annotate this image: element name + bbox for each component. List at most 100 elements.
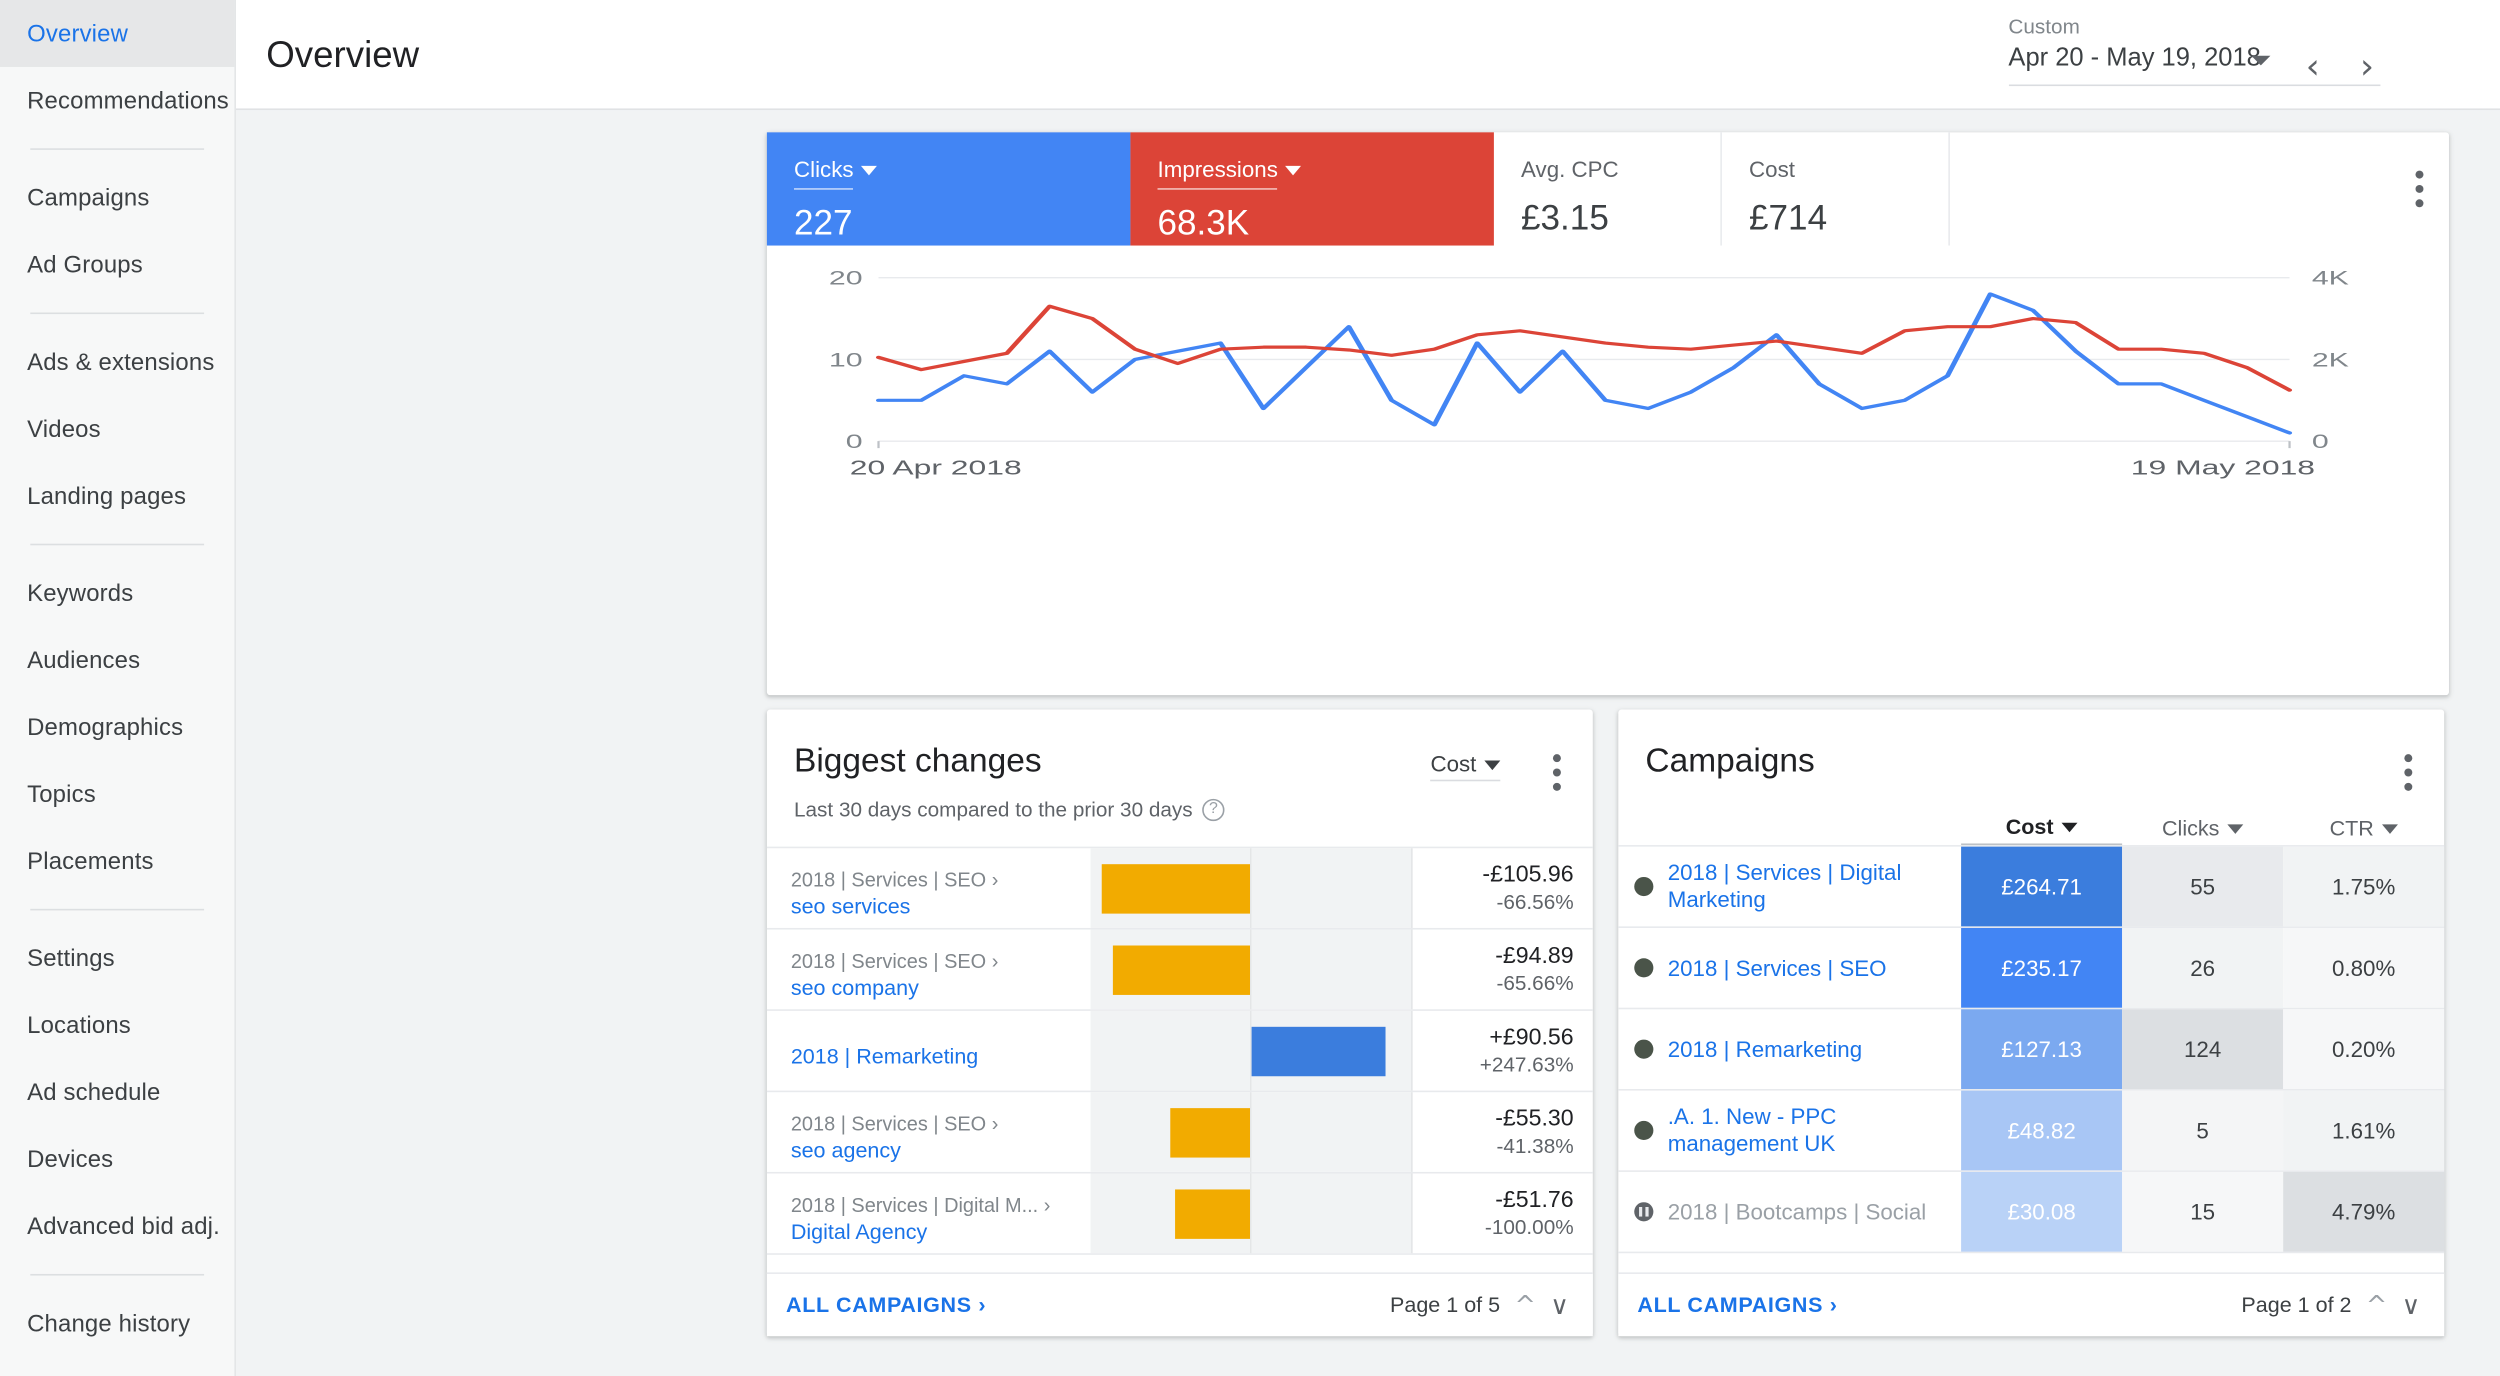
column-header-label: CTR xyxy=(2329,816,2374,841)
table-row[interactable]: 2018 | Bootcamps | Social £30.08 15 4.79% xyxy=(1618,1171,2445,1254)
table-row[interactable]: 2018 | Services | Digital Marketing £264.… xyxy=(1618,846,2445,928)
campaign-name-link[interactable]: 2018 | Bootcamps | Social xyxy=(1668,1198,1927,1225)
campaign-cost-cell: £235.17 xyxy=(1961,927,2123,1008)
change-name-link[interactable]: seo company xyxy=(791,974,1091,1001)
table-row[interactable]: 2018 | Services | SEO › seo agency -£55.30… xyxy=(766,1092,1593,1174)
sidebar-divider xyxy=(30,1273,205,1276)
biggest-changes-sort-select[interactable]: Cost xyxy=(1430,751,1501,782)
biggest-changes-footer: ALL CAMPAIGNS › Page 1 of 5 ^ ∨ xyxy=(766,1272,1593,1337)
campaign-clicks-cell: 5 xyxy=(2122,1090,2284,1171)
chart-right-tick: 2K xyxy=(2312,350,2349,371)
chevron-up-icon[interactable]: ^ xyxy=(2366,1290,2387,1320)
sidebar-item-change-history[interactable]: Change history xyxy=(0,1290,234,1357)
sidebar-item-label: Ad schedule xyxy=(27,1078,161,1106)
enabled-status-icon[interactable] xyxy=(1634,1120,1654,1141)
sidebar-item-overview[interactable]: Overview xyxy=(0,0,235,67)
date-range-value[interactable]: Apr 20 - May 19, 2018 xyxy=(2008,40,2381,87)
more-vert-icon[interactable] xyxy=(2401,754,2414,791)
help-icon[interactable]: ? xyxy=(1202,798,1225,821)
sidebar-item-campaigns[interactable]: Campaigns xyxy=(0,164,234,231)
campaign-name-link[interactable]: 2018 | Remarketing xyxy=(1668,1036,1862,1063)
change-name-link[interactable]: Digital Agency xyxy=(791,1218,1091,1245)
sidebar-item-label: Settings xyxy=(27,944,115,972)
change-name-link[interactable]: 2018 | Remarketing xyxy=(791,1043,1091,1070)
change-values: +£90.56 +247.63% xyxy=(1413,1011,1593,1091)
pause-status-icon[interactable] xyxy=(1634,1202,1654,1222)
table-row[interactable]: 2018 | Services | SEO £235.17 26 0.80% xyxy=(1618,927,2445,1010)
change-name-link[interactable]: seo agency xyxy=(791,1137,1091,1164)
prev-period-button[interactable]: ‹ xyxy=(2306,41,2320,95)
sidebar-item-label: Overview xyxy=(27,19,129,48)
sidebar-item-demographics[interactable]: Demographics xyxy=(0,694,234,761)
campaign-name-link[interactable]: .A. 1. New - PPC management UK xyxy=(1668,1103,1961,1157)
table-row[interactable]: 2018 | Services | SEO › seo company -£94.8… xyxy=(766,929,1593,1011)
sidebar-item-devices[interactable]: Devices xyxy=(0,1126,234,1193)
change-bar xyxy=(1101,864,1250,914)
sidebar-item-keywords[interactable]: Keywords xyxy=(0,560,234,627)
all-campaigns-link-changes[interactable]: ALL CAMPAIGNS › xyxy=(786,1293,986,1317)
change-name-link[interactable]: seo services xyxy=(791,893,1091,920)
sidebar-item-placements[interactable]: Placements xyxy=(0,828,234,895)
change-bar xyxy=(1251,1026,1386,1077)
change-percent: -66.56% xyxy=(1496,889,1574,914)
change-amount: -£51.76 xyxy=(1495,1187,1574,1214)
column-header-clicks[interactable]: Clicks xyxy=(2122,816,2283,845)
metric-card-cost[interactable]: Cost £714 xyxy=(1721,132,1950,246)
table-row[interactable]: 2018 | Services | Digital M... › Digital … xyxy=(766,1173,1593,1255)
sidebar-item-label: Advanced bid adj. xyxy=(27,1212,220,1240)
more-vert-icon[interactable] xyxy=(1550,754,1563,791)
main-area: Overview Custom Apr 20 - May 19, 2018 ‹ … xyxy=(235,0,2500,1376)
metric-card-impressions[interactable]: Impressions 68.3K xyxy=(1130,132,1494,246)
chevron-down-icon[interactable]: ∨ xyxy=(2402,1290,2421,1320)
sidebar-item-topics[interactable]: Topics xyxy=(0,761,234,828)
all-campaigns-link[interactable]: ALL CAMPAIGNS › xyxy=(1637,1293,1837,1317)
sidebar-item-ad-schedule[interactable]: Ad schedule xyxy=(0,1059,234,1126)
campaigns-card: Campaigns Cost Clicks CTR 2018 | Services … xyxy=(1618,709,2445,1337)
sidebar-item-recommendations[interactable]: Recommendations xyxy=(0,67,234,134)
sidebar-item-label: Campaigns xyxy=(27,184,150,212)
enabled-status-icon[interactable] xyxy=(1634,876,1654,897)
column-header-ctr[interactable]: CTR xyxy=(2283,816,2444,845)
sidebar-item-label: Ad Groups xyxy=(27,251,143,279)
column-header-cost[interactable]: Cost xyxy=(1961,815,2123,846)
sidebar-divider xyxy=(30,543,205,546)
date-range-picker[interactable]: Custom Apr 20 - May 19, 2018 ‹ › xyxy=(2008,14,2381,88)
sidebar-item-label: Devices xyxy=(27,1145,114,1173)
metric-label: Impressions xyxy=(1157,155,1278,190)
sidebar-item-label: Locations xyxy=(27,1011,131,1039)
sidebar-item-settings[interactable]: Settings xyxy=(0,925,234,992)
campaigns-footer: ALL CAMPAIGNS › Page 1 of 2 ^ ∨ xyxy=(1618,1272,2445,1337)
next-period-button[interactable]: › xyxy=(2360,41,2374,95)
biggest-changes-card: Biggest changes Last 30 days compared to… xyxy=(766,709,1593,1337)
table-row[interactable]: 2018 | Remarketing £127.13 124 0.20% xyxy=(1618,1009,2445,1091)
table-row[interactable]: .A. 1. New - PPC management UK £48.82 5 1.6… xyxy=(1618,1090,2445,1172)
sidebar-item-locations[interactable]: Locations xyxy=(0,992,234,1059)
table-row[interactable]: 2018 | Services | SEO › seo services -£105… xyxy=(766,848,1593,930)
more-vert-icon[interactable] xyxy=(2412,170,2425,208)
metric-label: Avg. CPC xyxy=(1521,156,1619,182)
sidebar-item-label: Keywords xyxy=(27,579,134,607)
enabled-status-icon[interactable] xyxy=(1634,1039,1654,1059)
metric-card-avg-cpc[interactable]: Avg. CPC £3.15 xyxy=(1493,132,1722,246)
chevron-down-icon[interactable] xyxy=(1285,165,1302,176)
sidebar-item-audiences[interactable]: Audiences xyxy=(0,627,234,694)
chart-line-clicks xyxy=(875,292,2293,435)
sidebar-item-ad-groups[interactable]: Ad Groups xyxy=(0,231,234,298)
page-title: Overview xyxy=(266,32,420,75)
campaign-name-link[interactable]: 2018 | Services | SEO xyxy=(1668,954,1887,981)
campaign-cost-cell: £30.08 xyxy=(1961,1171,2123,1252)
chevron-down-icon[interactable] xyxy=(2251,55,2271,66)
table-row[interactable]: 2018 | Remarketing +£90.56 +247.63% xyxy=(766,1010,1593,1093)
sidebar-item-videos[interactable]: Videos xyxy=(0,395,234,462)
metric-label: Cost xyxy=(1749,156,1795,182)
sidebar-item-landing-pages[interactable]: Landing pages xyxy=(0,462,234,529)
change-bar-negative-cell xyxy=(1090,1092,1252,1172)
sidebar-item-advanced-bid-adj[interactable]: Advanced bid adj. xyxy=(0,1193,234,1260)
chevron-up-icon[interactable]: ^ xyxy=(1514,1290,1535,1320)
campaign-name-link[interactable]: 2018 | Services | Digital Marketing xyxy=(1668,859,1961,913)
sidebar-item-ads-extensions[interactable]: Ads & extensions xyxy=(0,328,234,395)
chevron-down-icon[interactable]: ∨ xyxy=(1550,1290,1569,1320)
enabled-status-icon[interactable] xyxy=(1634,958,1654,978)
chevron-down-icon[interactable] xyxy=(861,165,878,176)
metric-card-clicks[interactable]: Clicks 227 xyxy=(766,132,1131,246)
